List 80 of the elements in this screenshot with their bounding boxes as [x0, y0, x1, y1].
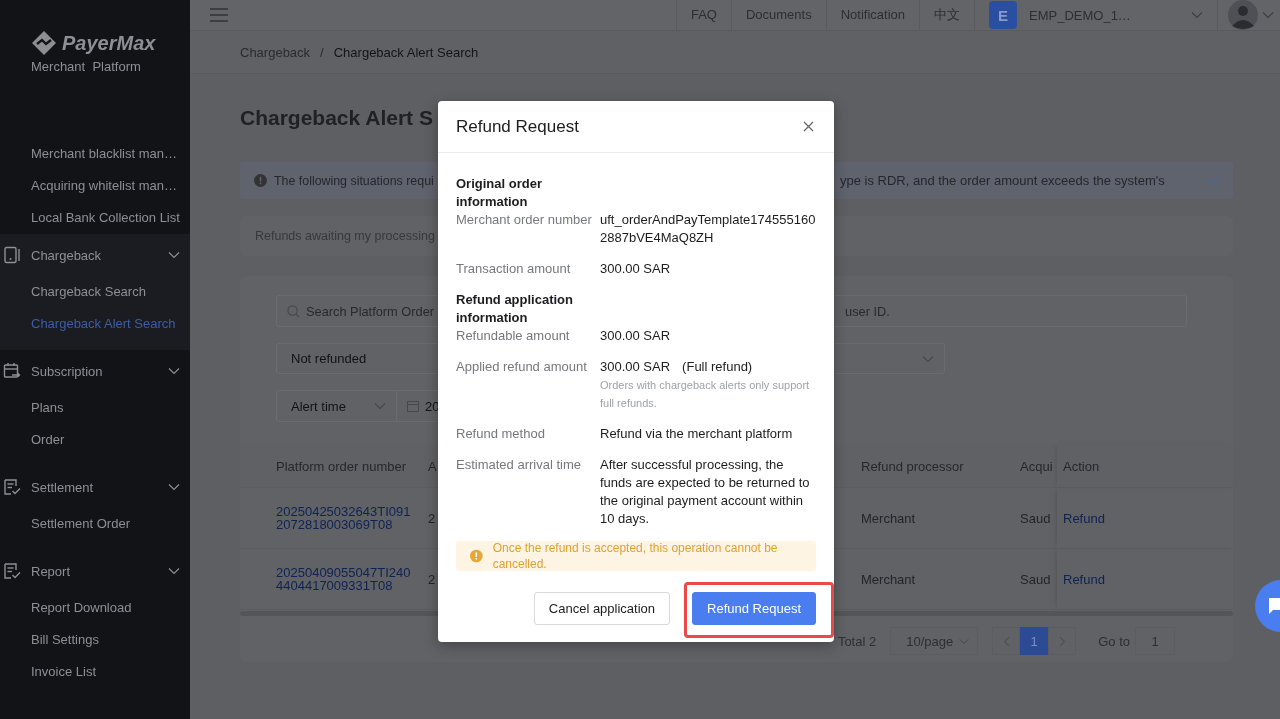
sidebar-item[interactable]: Order — [0, 424, 190, 456]
account-initial-badge: E — [989, 1, 1017, 29]
notice-text: The following situations requi — [274, 173, 435, 188]
close-icon[interactable] — [803, 121, 814, 132]
field-label: Merchant order number — [456, 211, 593, 229]
warning-icon — [470, 549, 483, 563]
refund-type: (Full refund) — [682, 358, 753, 376]
cell-text: 2 — [428, 571, 436, 587]
logo-name: PayerMax — [62, 31, 156, 55]
search-placeholder: user ID. — [845, 303, 890, 319]
menu-icon[interactable] — [210, 8, 228, 22]
field-label: Applied refund amount — [456, 358, 588, 376]
sidebar-group-label[interactable]: Settlement — [31, 479, 168, 495]
order-number-link[interactable]: 20250425032643TI0912072818003069T08 — [276, 505, 416, 531]
field-label: Refund method — [456, 425, 546, 443]
date-type-select[interactable]: Alert time — [276, 390, 397, 422]
sidebar-item[interactable]: Chargeback Search — [0, 276, 190, 308]
field-label: Transaction amount — [456, 260, 572, 278]
field-value: Refund via the merchant platform — [600, 425, 793, 443]
field-label: Refundable amount — [456, 327, 571, 345]
field-note: Orders with chargeback alerts only support full refunds. — [600, 378, 811, 411]
field-value: 300.00 SAR — [600, 327, 671, 345]
field-value: 300.00 SAR — [600, 260, 671, 278]
sidebar-item[interactable]: Local Bank Collection List — [0, 202, 190, 234]
calendar-icon — [407, 400, 419, 412]
order-number-link[interactable]: 20250409055047TI2404404417009331T08 — [276, 566, 416, 592]
sidebar-group-label[interactable]: Report — [31, 563, 168, 579]
refund-request-button[interactable]: Refund Request — [692, 592, 816, 625]
avatar-icon[interactable] — [1228, 0, 1258, 30]
calendar-icon — [3, 362, 21, 380]
sidebar-item[interactable]: Plans — [0, 392, 190, 424]
sidebar-item[interactable]: Report Download — [0, 592, 190, 624]
document-check-icon — [3, 562, 21, 580]
breadcrumb-item: Chargeback Alert Search — [333, 44, 479, 60]
column-header: Action — [1063, 458, 1100, 474]
warning-text: Once the refund is accepted, this operation cannot be cancelled. — [492, 540, 779, 572]
cell-text: Saud — [1020, 510, 1051, 526]
cell-text: Merchant — [861, 571, 916, 587]
field-value: 300.00 SAR — [600, 358, 671, 376]
column-header: Platform order number — [276, 458, 407, 474]
sidebar-item[interactable]: Chargeback Alert Search — [0, 308, 190, 340]
column-header: A — [428, 458, 437, 474]
chevron-icon[interactable] — [1191, 11, 1203, 19]
chat-icon — [1267, 596, 1280, 616]
breadcrumb-separator: / — [320, 44, 324, 60]
section-heading: Original order information — [456, 175, 543, 211]
sidebar-group-label[interactable]: Chargeback — [31, 247, 168, 263]
cell-text: Saud — [1020, 571, 1051, 587]
field-label: Estimated arrival time — [456, 456, 582, 474]
logo-subtitle: Merchant Platform — [31, 59, 142, 74]
dialog-title: Refund Request — [456, 116, 579, 137]
logo-icon — [31, 30, 57, 56]
refund-link[interactable]: Refund — [1063, 510, 1105, 526]
cell-text: 2 — [428, 510, 436, 526]
cell-text: Merchant — [861, 510, 916, 526]
chevron-icon[interactable] — [1207, 176, 1219, 185]
sidebar-item[interactable]: Merchant blacklist man… — [0, 138, 190, 170]
search-placeholder: Search Platform Order — [306, 303, 434, 319]
notice-text: ype is RDR, and the order amount exceeds the system's — [840, 173, 1165, 188]
sidebar-item[interactable]: Acquiring whitelist man… — [0, 170, 190, 202]
sidebar-item[interactable]: Settlement Order — [0, 508, 190, 540]
sidebar-item[interactable]: Invoice List — [0, 656, 190, 688]
next-page-button[interactable] — [1048, 627, 1077, 655]
cancel-button[interactable]: Cancel application — [533, 592, 671, 625]
document-check-icon — [3, 478, 21, 496]
sidebar-item[interactable]: Bill Settings — [0, 624, 190, 656]
info-icon — [254, 174, 267, 187]
chevron-icon[interactable] — [1262, 11, 1274, 19]
column-header: Acqui — [1020, 458, 1053, 474]
phone-icon — [3, 246, 21, 264]
page-title: Chargeback Alert S — [240, 105, 433, 131]
search-icon — [287, 304, 300, 318]
field-value: After successful processing, the funds are expected to be returned to the original payment account within 10 days. — [600, 456, 811, 528]
field-value: uft_orderAndPayTemplate1745551602887bVE4MaQ8ZH — [600, 211, 816, 247]
page-button[interactable]: 1 — [1020, 627, 1049, 655]
section-heading: Refund application information — [456, 291, 574, 327]
refund-link[interactable]: Refund — [1063, 571, 1105, 587]
previous-page-button[interactable] — [992, 627, 1021, 655]
column-header: Refund processor — [861, 458, 964, 474]
sidebar-group-label[interactable]: Subscription — [31, 363, 168, 379]
